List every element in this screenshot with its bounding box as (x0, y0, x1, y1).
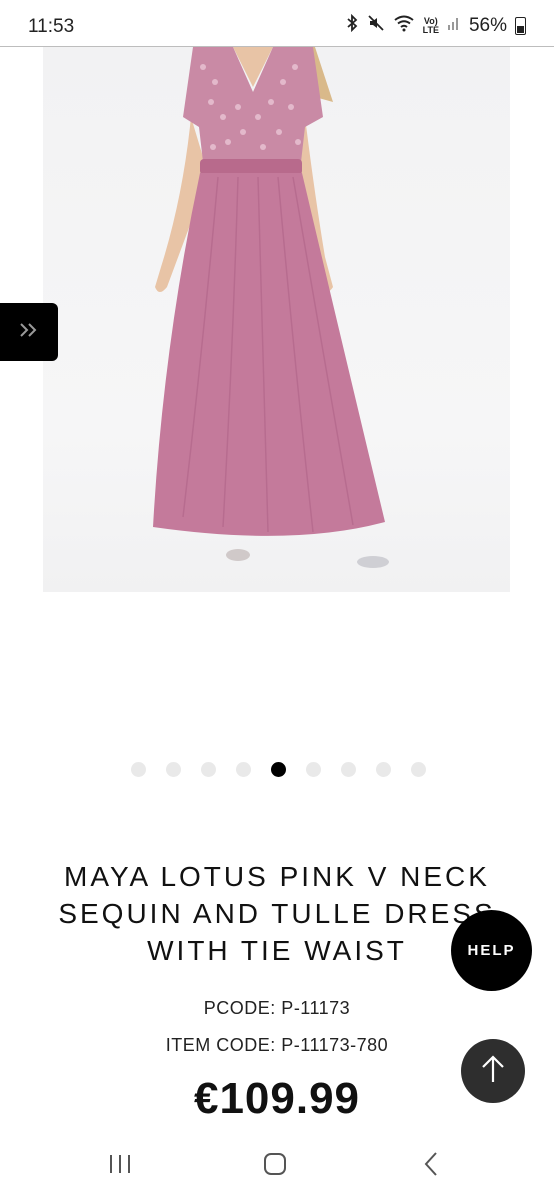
status-bar: 11:53 Vo) LTE 56% (0, 0, 554, 47)
home-button[interactable] (255, 1150, 295, 1182)
system-navigation-bar (0, 1132, 554, 1200)
product-title-line: SEQUIN AND TULLE DRESS (58, 898, 496, 929)
pagination-dot[interactable] (131, 762, 146, 777)
signal-icon (447, 15, 461, 36)
help-button[interactable]: HELP (451, 910, 532, 991)
pagination-dot[interactable] (236, 762, 251, 777)
product-pcode: PCODE: P-11173 (203, 998, 351, 1018)
double-chevron-right-icon (18, 319, 40, 345)
pagination-dot[interactable] (411, 762, 426, 777)
pagination-dot[interactable] (166, 762, 181, 777)
product-title-line: MAYA LOTUS PINK V NECK (64, 861, 490, 892)
dress-illustration (153, 47, 389, 568)
battery-percentage: 56% (468, 14, 507, 36)
status-icons: Vo) LTE 56% (345, 13, 526, 37)
arrow-up-icon (480, 1054, 506, 1089)
product-image[interactable] (43, 47, 510, 592)
pagination-dot-active[interactable] (271, 762, 286, 777)
side-panel-toggle[interactable] (0, 303, 58, 361)
volte-lte-indicator: Vo) LTE (422, 16, 439, 35)
wifi-icon (393, 14, 415, 37)
image-pagination-dots (131, 762, 426, 777)
bluetooth-icon (345, 13, 359, 37)
pagination-dot[interactable] (306, 762, 321, 777)
pagination-dot[interactable] (376, 762, 391, 777)
recent-apps-button[interactable] (100, 1150, 140, 1182)
recent-apps-icon (107, 1152, 133, 1181)
back-button[interactable] (411, 1150, 451, 1182)
back-chevron-icon (422, 1151, 440, 1182)
pagination-dot[interactable] (201, 762, 216, 777)
battery-icon (515, 16, 526, 35)
lte-label: LTE (422, 24, 439, 35)
home-icon (262, 1151, 288, 1182)
scroll-to-top-button[interactable] (461, 1039, 525, 1103)
mute-icon (367, 14, 385, 37)
status-time: 11:53 (28, 16, 75, 37)
pagination-dot[interactable] (341, 762, 356, 777)
